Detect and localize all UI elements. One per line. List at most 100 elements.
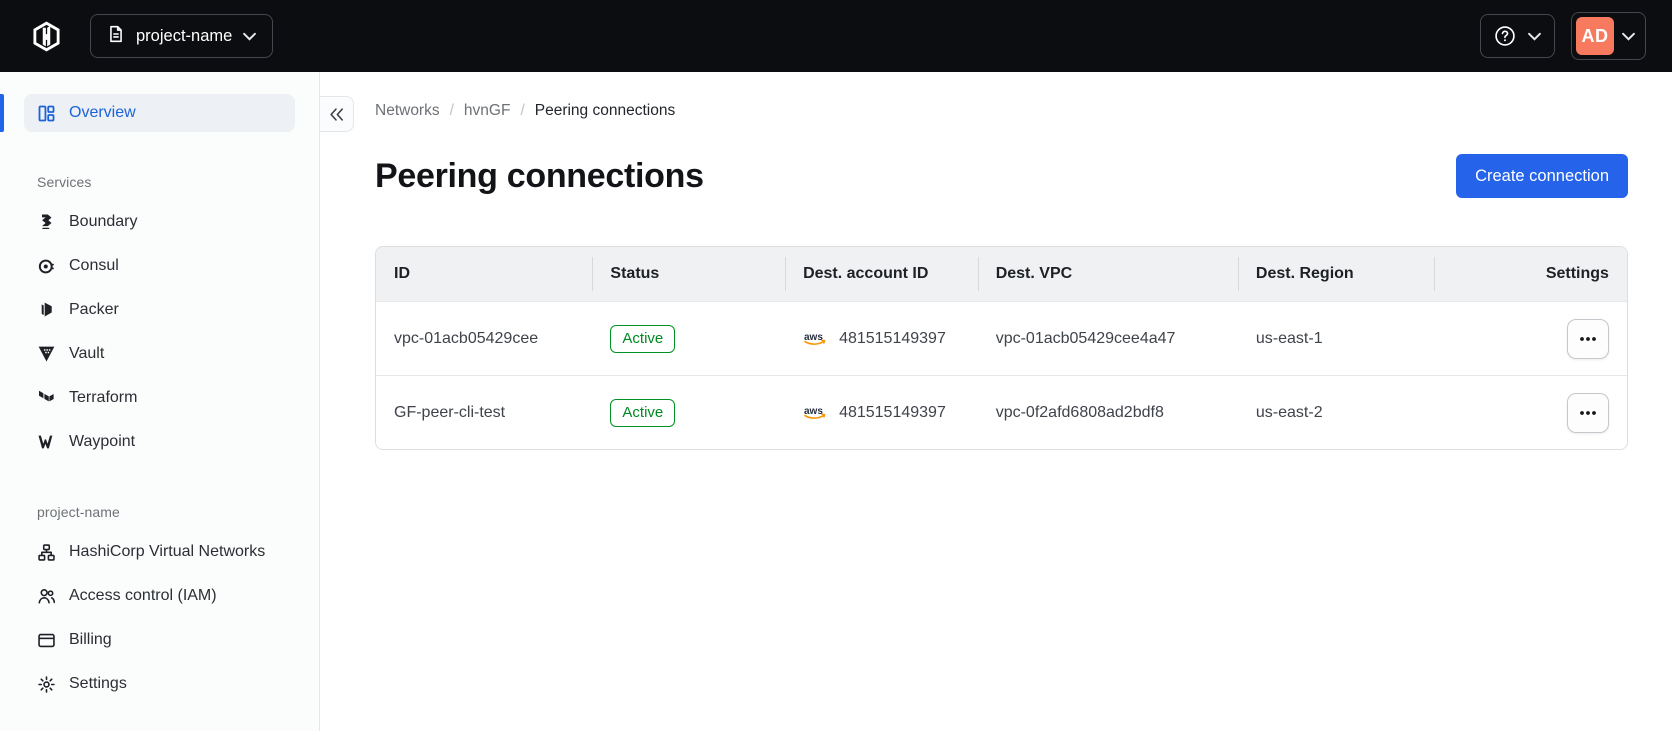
sidebar-section-project: project-name bbox=[37, 504, 120, 520]
sidebar-item-label: Settings bbox=[69, 675, 127, 692]
sidebar-item-billing[interactable]: Billing bbox=[24, 618, 295, 662]
billing-icon bbox=[37, 633, 55, 648]
users-icon bbox=[37, 588, 55, 604]
chevron-down-icon bbox=[1622, 32, 1635, 41]
table-row: vpc-01acb05429cee Active aws 48151514939… bbox=[376, 301, 1627, 375]
cell-dest-vpc: vpc-0f2afd6808ad2bdf8 bbox=[995, 403, 1164, 421]
network-icon bbox=[37, 543, 55, 561]
terraform-icon bbox=[37, 390, 55, 406]
table-row: GF-peer-cli-test Active aws 481515149397… bbox=[376, 375, 1627, 449]
boundary-icon bbox=[37, 214, 55, 230]
cell-settings bbox=[1434, 392, 1627, 433]
project-switcher-button[interactable]: project-name bbox=[90, 14, 274, 58]
cell-id: vpc-01acb05429cee bbox=[394, 329, 539, 347]
header-dest-vpc: Dest. VPC bbox=[977, 247, 1238, 301]
sidebar-section-services: Services bbox=[37, 174, 92, 190]
aws-icon: aws bbox=[803, 404, 829, 421]
help-menu-button[interactable] bbox=[1480, 14, 1555, 58]
breadcrumb-separator: / bbox=[449, 102, 454, 119]
header-dest-account-id: Dest. account ID bbox=[785, 247, 978, 301]
create-connection-button[interactable]: Create connection bbox=[1456, 154, 1628, 198]
document-icon bbox=[107, 25, 125, 48]
consul-icon bbox=[37, 258, 55, 275]
svg-text:aws: aws bbox=[804, 332, 823, 343]
sidebar-item-consul[interactable]: Consul bbox=[24, 244, 295, 288]
cell-status: Active bbox=[592, 324, 785, 353]
sidebar-services-list: Boundary Consul Packer Vault Terraform W… bbox=[24, 200, 295, 464]
settings-icon bbox=[37, 675, 55, 693]
cell-id: GF-peer-cli-test bbox=[394, 403, 506, 421]
cell-dest-account-id: aws 481515149397 bbox=[785, 404, 978, 422]
avatar: AD bbox=[1576, 17, 1614, 55]
page-title: Peering connections bbox=[375, 156, 704, 195]
kebab-icon bbox=[1579, 336, 1597, 342]
cell-settings bbox=[1434, 318, 1627, 359]
sidebar-item-boundary[interactable]: Boundary bbox=[24, 200, 295, 244]
cell-dest-region: us-east-2 bbox=[1255, 403, 1323, 421]
header-dest-region: Dest. Region bbox=[1237, 247, 1434, 301]
overview-icon bbox=[37, 105, 55, 122]
header-status: Status bbox=[592, 247, 785, 301]
cell-dest-region: us-east-1 bbox=[1255, 329, 1323, 347]
chevron-down-icon bbox=[1528, 32, 1541, 41]
breadcrumb: Networks / hvnGF / Peering connections bbox=[375, 102, 1628, 120]
sidebar-item-access-control-iam[interactable]: Access control (IAM) bbox=[24, 574, 295, 618]
account-menu-button[interactable]: AD bbox=[1571, 12, 1646, 60]
navbar-right-group: AD bbox=[1480, 12, 1646, 60]
aws-icon: aws bbox=[803, 330, 829, 347]
sidebar-item-vault[interactable]: Vault bbox=[24, 332, 295, 376]
vault-icon bbox=[37, 346, 55, 362]
kebab-icon bbox=[1579, 410, 1597, 416]
status-badge: Active bbox=[610, 398, 676, 427]
cell-dest-vpc: vpc-01acb05429cee4a47 bbox=[995, 329, 1176, 347]
sidebar-item-label: Waypoint bbox=[69, 433, 136, 450]
sidebar-item-label: Packer bbox=[69, 301, 119, 318]
sidebar-project-list: HashiCorp Virtual Networks Access contro… bbox=[24, 530, 295, 706]
sidebar-item-packer[interactable]: Packer bbox=[24, 288, 295, 332]
breadcrumb-networks[interactable]: Networks bbox=[375, 102, 440, 120]
sidebar-item-hashicorp-virtual-networks[interactable]: HashiCorp Virtual Networks bbox=[24, 530, 295, 574]
sidebar: Overview Services Boundary Consul Packer… bbox=[0, 72, 320, 731]
waypoint-icon bbox=[37, 435, 55, 449]
peering-connections-table: ID Status Dest. account ID Dest. VPC Des… bbox=[375, 246, 1628, 450]
sidebar-item-waypoint[interactable]: Waypoint bbox=[24, 420, 295, 464]
top-navbar: project-name AD bbox=[0, 0, 1672, 72]
help-icon bbox=[1494, 25, 1516, 47]
collapse-sidebar-button[interactable] bbox=[320, 96, 354, 132]
sidebar-item-label: HashiCorp Virtual Networks bbox=[69, 543, 266, 560]
breadcrumb-hvn[interactable]: hvnGF bbox=[464, 102, 511, 120]
collapse-sidebar-icon bbox=[329, 107, 344, 121]
packer-icon bbox=[37, 302, 55, 318]
sidebar-item-label: Access control (IAM) bbox=[69, 587, 217, 604]
page-header: Peering connections Create connection bbox=[375, 154, 1628, 198]
sidebar-item-label: Vault bbox=[69, 345, 105, 362]
status-badge: Active bbox=[610, 324, 676, 353]
table-header-row: ID Status Dest. account ID Dest. VPC Des… bbox=[376, 247, 1627, 301]
main-content: Networks / hvnGF / Peering connections P… bbox=[320, 72, 1672, 731]
dest-account-id-value: 481515149397 bbox=[839, 403, 946, 421]
row-settings-menu-button[interactable] bbox=[1566, 392, 1609, 433]
sidebar-item-overview[interactable]: Overview bbox=[24, 94, 295, 132]
breadcrumb-current: Peering connections bbox=[534, 102, 676, 119]
cell-status: Active bbox=[592, 398, 785, 427]
dest-account-id-value: 481515149397 bbox=[839, 329, 946, 347]
header-id: ID bbox=[394, 265, 410, 282]
app-frame: Overview Services Boundary Consul Packer… bbox=[0, 72, 1672, 731]
sidebar-item-label: Billing bbox=[69, 631, 112, 648]
sidebar-item-label: Boundary bbox=[69, 213, 138, 230]
breadcrumb-separator: / bbox=[520, 102, 525, 119]
row-settings-menu-button[interactable] bbox=[1566, 318, 1609, 359]
sidebar-item-label: Overview bbox=[69, 104, 136, 121]
svg-text:aws: aws bbox=[804, 406, 823, 417]
chevron-down-icon bbox=[243, 32, 257, 41]
sidebar-item-terraform[interactable]: Terraform bbox=[24, 376, 295, 420]
hashicorp-logo-icon bbox=[32, 21, 60, 51]
active-item-accent-bar bbox=[0, 94, 4, 132]
sidebar-item-label: Consul bbox=[69, 257, 119, 274]
header-settings: Settings bbox=[1434, 247, 1627, 301]
project-switcher-label: project-name bbox=[136, 26, 233, 45]
sidebar-item-settings[interactable]: Settings bbox=[24, 662, 295, 706]
sidebar-item-label: Terraform bbox=[69, 389, 138, 406]
navbar-left-group: project-name bbox=[26, 14, 274, 58]
hashicorp-logo[interactable] bbox=[26, 16, 66, 56]
